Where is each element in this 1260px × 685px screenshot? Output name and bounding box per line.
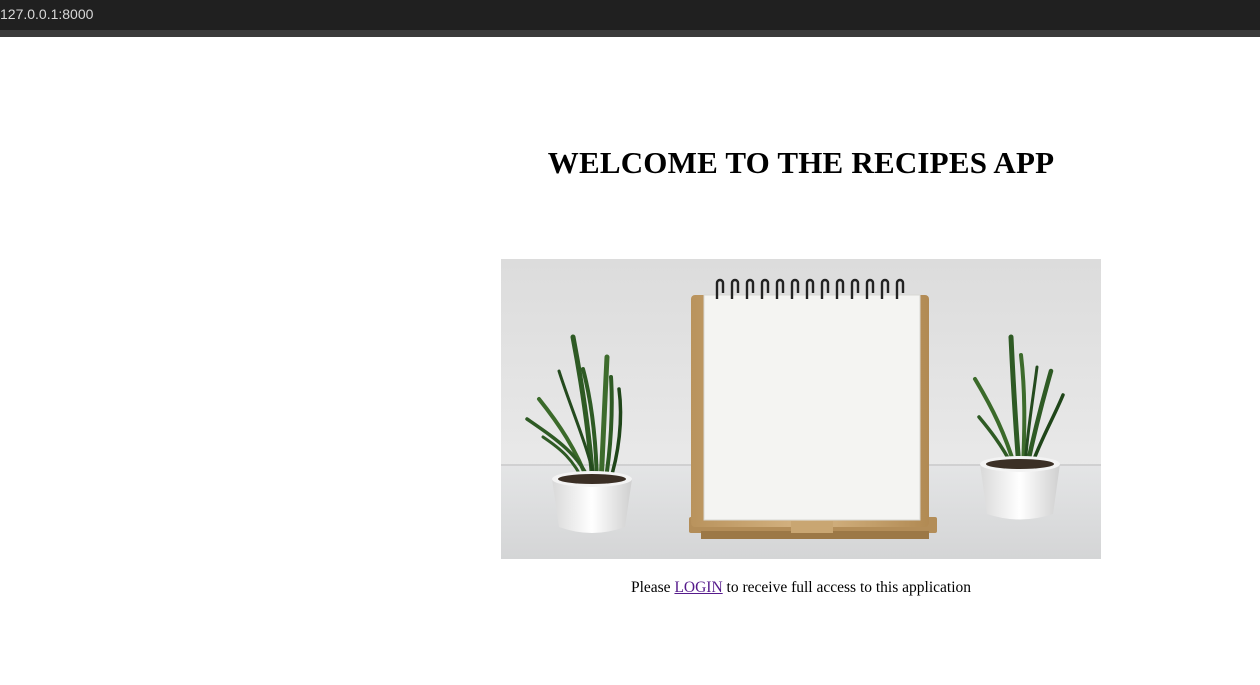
page-body: WELCOME TO THE RECIPES APP Please LOGIN … [0, 37, 1260, 685]
browser-toolbar-divider [0, 30, 1260, 37]
page-title: WELCOME TO THE RECIPES APP [547, 145, 1055, 180]
login-suffix-text: to receive full access to this applicati… [726, 579, 972, 596]
url-text[interactable]: 127.0.0.1:8000 [0, 6, 93, 22]
login-prefix-text: Please [630, 579, 671, 596]
address-bar[interactable]: 127.0.0.1:8000 [0, 0, 1260, 30]
hero-image [501, 259, 1101, 559]
login-prompt: Please LOGIN to receive full access to t… [501, 579, 1101, 597]
login-link[interactable]: LOGIN [674, 579, 722, 596]
